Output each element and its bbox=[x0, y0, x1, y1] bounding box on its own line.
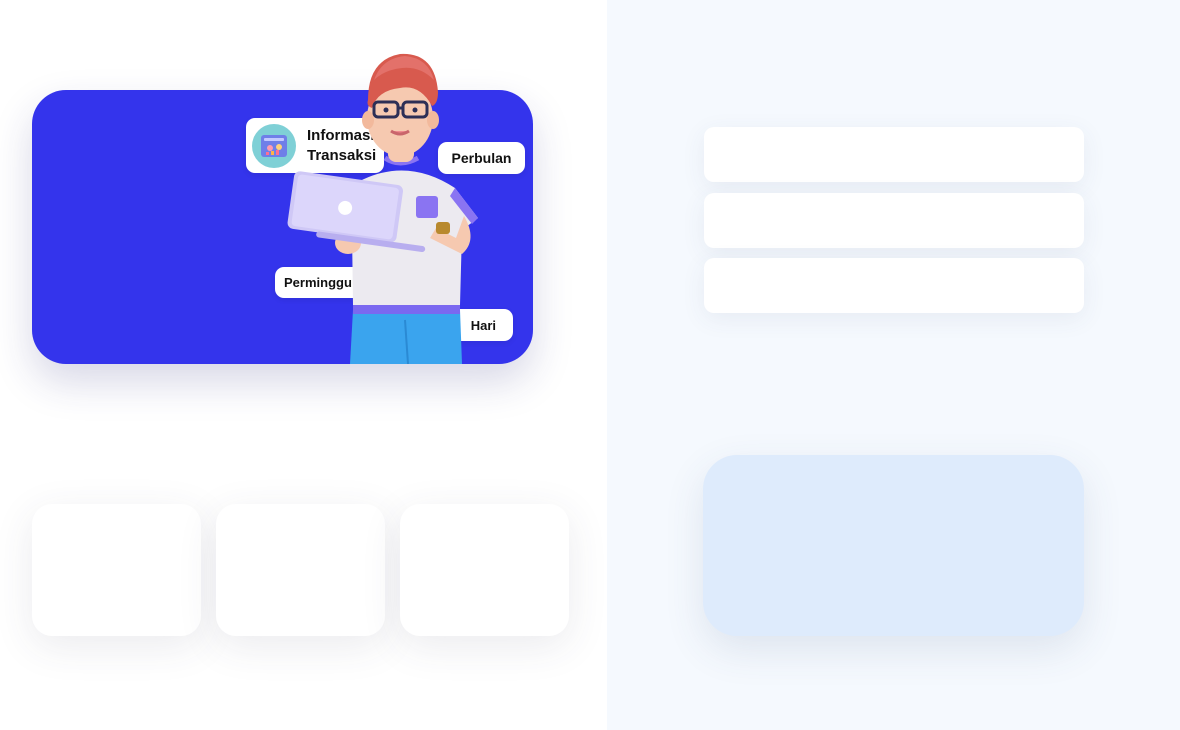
chart-board-icon bbox=[252, 123, 296, 168]
list-row-1[interactable] bbox=[704, 127, 1084, 182]
period-monthly-label: Perbulan bbox=[451, 150, 512, 166]
feature-panel bbox=[703, 455, 1084, 636]
transaction-info-title: Informasi Transaksi bbox=[307, 126, 377, 164]
hero-banner: Informasi Transaksi Perbulan Perminggu Ha… bbox=[32, 90, 533, 364]
summary-card-2[interactable] bbox=[216, 504, 385, 636]
transaction-info-badge: Informasi Transaksi bbox=[246, 118, 384, 173]
period-weekly-label: Perminggu bbox=[284, 275, 352, 290]
list-row-3[interactable] bbox=[704, 258, 1084, 313]
list-row-2[interactable] bbox=[704, 193, 1084, 248]
summary-card-1[interactable] bbox=[32, 504, 201, 636]
period-monthly-chip[interactable]: Perbulan bbox=[438, 142, 525, 174]
period-weekly-chip[interactable]: Perminggu bbox=[275, 267, 365, 298]
summary-card-3[interactable] bbox=[400, 504, 569, 636]
period-daily-label: Hari bbox=[470, 317, 496, 333]
period-daily-chip[interactable]: Hari bbox=[450, 309, 513, 341]
